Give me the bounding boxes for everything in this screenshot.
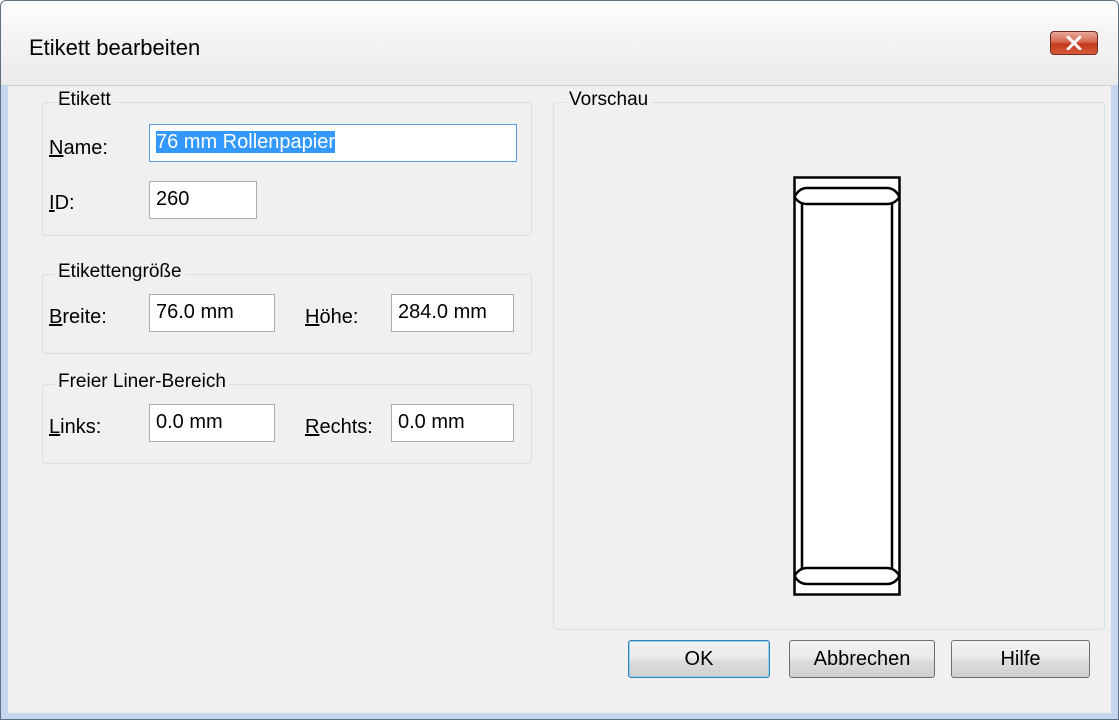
width-label: Breite: <box>49 306 107 328</box>
width-input[interactable]: 76.0 mm <box>149 294 275 332</box>
title-bar[interactable]: Etikett bearbeiten <box>1 1 1118 85</box>
dialog-client-area: Etikett Name: 76 mm Rollenpapier ID: 260… <box>8 85 1111 713</box>
id-label: ID: <box>49 192 75 214</box>
group-etikett: Etikett <box>42 89 532 236</box>
name-input[interactable]: 76 mm Rollenpapier <box>149 124 517 162</box>
group-liner-legend: Freier Liner-Bereich <box>55 371 229 393</box>
ok-button[interactable]: OK <box>628 640 770 678</box>
right-label: Rechts: <box>305 416 373 438</box>
cancel-button[interactable]: Abbrechen <box>789 640 935 678</box>
name-input-value: 76 mm Rollenpapier <box>156 131 335 153</box>
close-icon <box>1066 36 1082 50</box>
group-etikett-legend: Etikett <box>55 89 114 111</box>
left-input[interactable]: 0.0 mm <box>149 404 275 442</box>
group-size-legend: Etikettengröße <box>55 261 185 283</box>
height-input[interactable]: 284.0 mm <box>391 294 514 332</box>
window-title: Etikett bearbeiten <box>29 35 201 60</box>
help-button[interactable]: Hilfe <box>951 640 1090 678</box>
name-label: Name: <box>49 137 108 159</box>
height-label: Höhe: <box>305 306 359 328</box>
dialog-window: Etikett bearbeiten Etikett Name: 76 mm R… <box>0 0 1119 720</box>
right-input[interactable]: 0.0 mm <box>391 404 514 442</box>
id-input[interactable]: 260 <box>149 181 257 219</box>
group-preview-legend: Vorschau <box>566 89 652 111</box>
label-roll-icon <box>793 176 901 596</box>
left-label: Links: <box>49 416 102 438</box>
close-button[interactable] <box>1050 31 1098 55</box>
